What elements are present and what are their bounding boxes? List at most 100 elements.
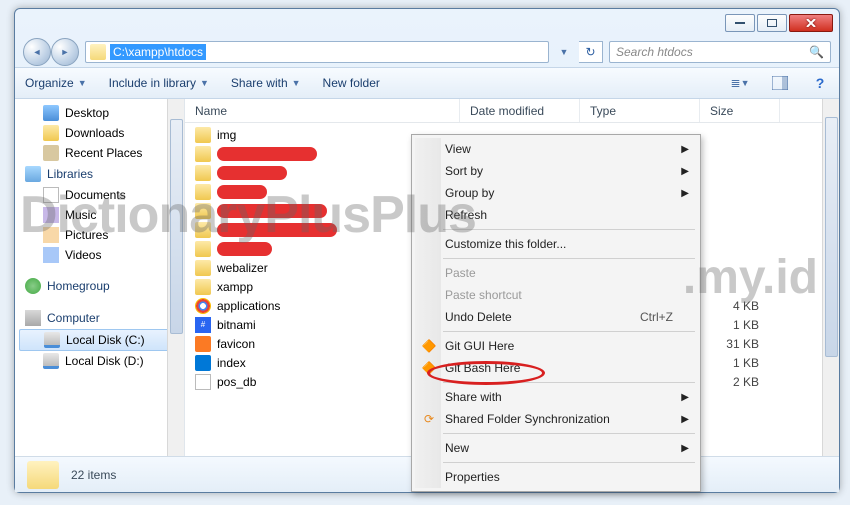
redacted-text [217,242,272,256]
minimize-button[interactable] [725,14,755,32]
ctx-group-by[interactable]: Group by▶ [415,182,697,204]
preview-pane-button[interactable] [771,74,789,92]
view-options-button[interactable]: ≣ ▼ [731,74,749,92]
disk-icon [43,353,59,369]
search-icon: 🔍 [809,45,824,59]
share-menu[interactable]: Share with▼ [231,76,301,90]
videos-icon [43,247,59,263]
sidebar-music[interactable]: Music [15,205,184,225]
file-size: 4 KB [699,299,759,313]
column-headers: Name Date modified Type Size [185,99,839,123]
ctx-paste: Paste [415,262,697,284]
folder-icon [195,260,211,276]
include-library-menu[interactable]: Include in library▼ [109,76,209,90]
file-name: img [217,128,236,142]
organize-menu[interactable]: Organize▼ [25,76,87,90]
column-date[interactable]: Date modified [460,99,580,122]
nav-back-button[interactable]: ◄ [23,38,51,66]
sync-icon: ⟳ [421,411,437,427]
address-text: C:\xampp\htdocs [110,44,206,60]
ctx-properties[interactable]: Properties [415,466,697,488]
folder-icon [195,165,211,181]
pictures-icon [43,227,59,243]
ctx-undo-delete[interactable]: Undo DeleteCtrl+Z [415,306,697,328]
redacted-text [217,223,337,237]
file-icon [195,374,211,390]
ctx-paste-shortcut: Paste shortcut [415,284,697,306]
redacted-text [217,204,327,218]
documents-icon [43,187,59,203]
sidebar-homegroup[interactable]: Homegroup [15,275,184,297]
sidebar-downloads[interactable]: Downloads [15,123,184,143]
redacted-text [217,185,267,199]
sidebar-videos[interactable]: Videos [15,245,184,265]
column-size[interactable]: Size [700,99,780,122]
new-folder-button[interactable]: New folder [323,76,380,90]
maximize-button[interactable] [757,14,787,32]
sidebar-pictures[interactable]: Pictures [15,225,184,245]
ctx-sort-by[interactable]: Sort by▶ [415,160,697,182]
file-size: 2 KB [699,375,759,389]
music-icon [43,207,59,223]
downloads-icon [43,125,59,141]
homegroup-icon [25,278,41,294]
file-name: pos_db [217,375,256,389]
column-name[interactable]: Name [185,99,460,122]
address-bar: ◄ ► C:\xampp\htdocs ▼ ↻ Search htdocs 🔍 [15,37,839,67]
file-name: favicon [217,337,255,351]
git-icon: 🔶 [421,338,437,354]
sidebar-local-disk-d[interactable]: Local Disk (D:) [15,351,184,371]
sidebar-computer[interactable]: Computer [15,307,184,329]
computer-icon [25,310,41,326]
file-size: 31 KB [699,337,759,351]
scrollbar-thumb[interactable] [170,119,183,334]
vscode-icon [195,355,211,371]
context-menu: View▶ Sort by▶ Group by▶ Refresh Customi… [411,134,701,492]
scrollbar-thumb[interactable] [825,117,838,357]
ctx-git-gui[interactable]: 🔶Git GUI Here [415,335,697,357]
status-item-count: 22 items [71,468,116,482]
desktop-icon [43,105,59,121]
ctx-new[interactable]: New▶ [415,437,697,459]
sidebar-documents[interactable]: Documents [15,185,184,205]
file-name: bitnami [217,318,256,332]
explorer-window: ◄ ► C:\xampp\htdocs ▼ ↻ Search htdocs 🔍 … [14,8,840,493]
sidebar-local-disk-c[interactable]: Local Disk (C:) [19,329,180,351]
file-name: xampp [217,280,253,294]
folder-icon [195,241,211,257]
refresh-button[interactable]: ↻ [579,41,603,63]
file-size: 1 KB [699,318,759,332]
address-field[interactable]: C:\xampp\htdocs [85,41,549,63]
folder-icon [195,279,211,295]
toolbar: Organize▼ Include in library▼ Share with… [15,67,839,99]
folder-icon [27,461,59,489]
ctx-view[interactable]: View▶ [415,138,697,160]
search-input[interactable]: Search htdocs 🔍 [609,41,831,63]
redacted-text [217,147,317,161]
redacted-text [217,166,287,180]
disk-icon [44,332,60,348]
sidebar-libraries[interactable]: Libraries [15,163,184,185]
ctx-customize[interactable]: Customize this folder... [415,233,697,255]
ctx-refresh[interactable]: Refresh [415,204,697,226]
address-dropdown[interactable]: ▼ [555,47,573,57]
folder-icon [195,203,211,219]
annotation-circle [427,361,545,385]
column-type[interactable]: Type [580,99,700,122]
close-button[interactable] [789,14,833,32]
folder-icon [195,184,211,200]
nav-forward-button[interactable]: ► [51,38,79,66]
navigation-pane: Desktop Downloads Recent Places Librarie… [15,99,185,456]
ctx-share-with[interactable]: Share with▶ [415,386,697,408]
sidebar-scrollbar[interactable] [167,99,184,456]
sidebar-desktop[interactable]: Desktop [15,103,184,123]
help-button[interactable]: ? [811,74,829,92]
search-placeholder: Search htdocs [616,45,693,59]
chrome-icon [195,298,211,314]
folder-icon [195,222,211,238]
content-scrollbar[interactable] [822,99,839,456]
sidebar-recent[interactable]: Recent Places [15,143,184,163]
libraries-icon [25,166,41,182]
file-name: webalizer [217,261,268,275]
ctx-shared-folder-sync[interactable]: ⟳Shared Folder Synchronization▶ [415,408,697,430]
